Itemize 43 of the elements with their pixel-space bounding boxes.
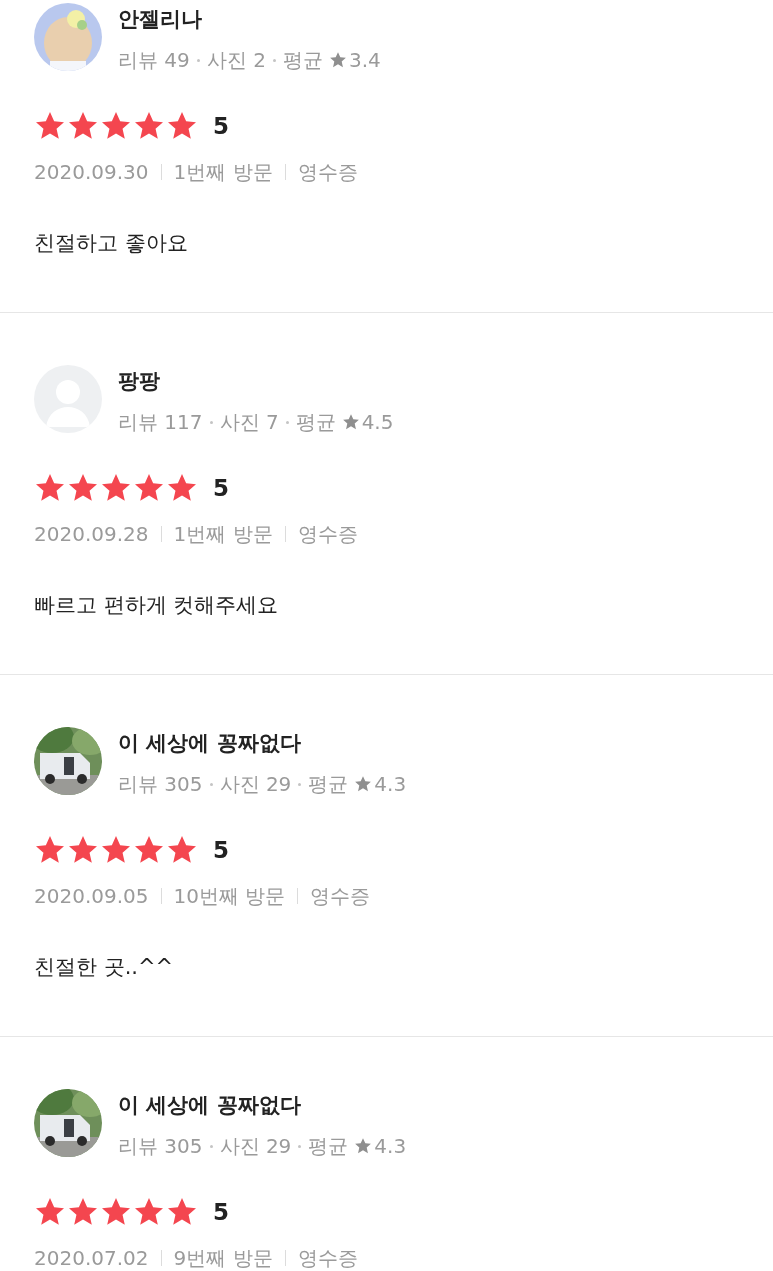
average-label: 평균	[308, 1132, 349, 1160]
visit-date: 2020.07.02	[34, 1246, 149, 1270]
rating-score: 5	[213, 475, 229, 501]
average-rating: 4.3	[374, 772, 407, 796]
review-text: 빠르고 편하게 컷해주세요	[34, 592, 280, 619]
receipt-label: 영수증	[297, 520, 358, 548]
photo-count: 사진 29	[219, 1132, 292, 1160]
visit-count: 10번째 방문	[173, 882, 286, 910]
average-label: 평균	[295, 408, 336, 436]
reviewer-name[interactable]: 팡팡	[118, 365, 394, 397]
reviewer-name[interactable]: 안젤리나	[118, 3, 381, 35]
average-label: 평균	[282, 46, 323, 74]
receipt-label: 영수증	[297, 158, 358, 186]
average-rating: 3.4	[348, 48, 381, 72]
receipt-label: 영수증	[310, 882, 371, 910]
average-rating: 4.5	[361, 410, 394, 434]
reviewer-name[interactable]: 이 세상에 꽁짜없다	[118, 727, 407, 759]
review-count: 리뷰 305	[118, 1132, 203, 1160]
receipt-label: 영수증	[297, 1244, 358, 1271]
review-count: 리뷰 117	[118, 408, 203, 436]
rating-score: 5	[213, 1199, 229, 1225]
visit-date: 2020.09.28	[34, 522, 149, 546]
star-icon	[341, 413, 360, 431]
rating-score: 5	[213, 113, 229, 139]
review-text: 친절하고 좋아요	[34, 230, 189, 257]
star-icon	[354, 1137, 373, 1155]
visit-count: 9번째 방문	[173, 1244, 273, 1271]
visit-date: 2020.09.05	[34, 884, 149, 908]
rating-score: 5	[213, 837, 229, 863]
visit-date: 2020.09.30	[34, 160, 149, 184]
photo-count: 사진 7	[219, 408, 279, 436]
review-count: 리뷰 305	[118, 770, 203, 798]
photo-count: 사진 2	[206, 46, 266, 74]
review-count: 리뷰 49	[118, 46, 190, 74]
visit-count: 1번째 방문	[173, 158, 273, 186]
star-icon	[328, 51, 347, 69]
photo-count: 사진 29	[219, 770, 292, 798]
visit-count: 1번째 방문	[173, 520, 273, 548]
star-icon	[354, 775, 373, 793]
review-text: 친절한 곳..^^	[34, 954, 175, 981]
reviewer-name[interactable]: 이 세상에 꽁짜없다	[118, 1089, 407, 1121]
average-label: 평균	[308, 770, 349, 798]
average-rating: 4.3	[374, 1134, 407, 1158]
